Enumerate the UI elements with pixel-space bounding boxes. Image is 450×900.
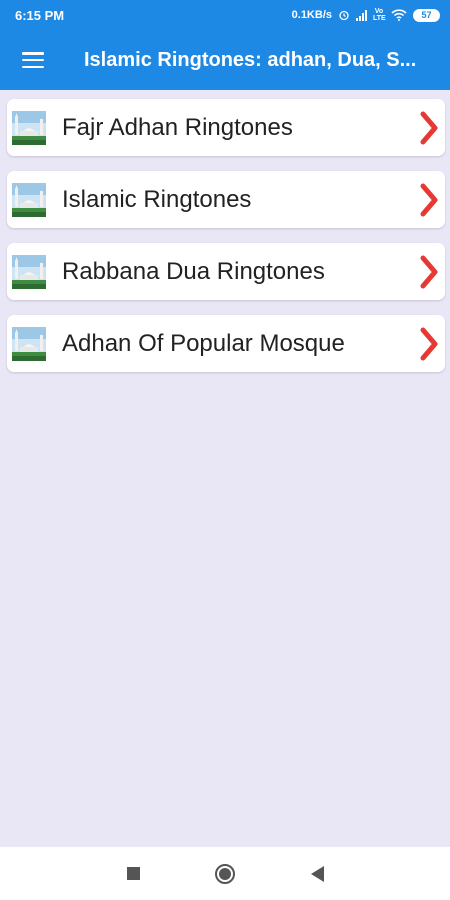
chevron-right-icon: [420, 183, 438, 216]
hamburger-menu-icon[interactable]: [0, 30, 66, 90]
alarm-icon: [339, 10, 349, 21]
page-title: Islamic Ringtones: adhan, Dua, S...: [84, 48, 417, 71]
status-time: 6:15 PM: [15, 7, 65, 23]
back-button[interactable]: [271, 847, 363, 900]
list-item-label: Fajr Adhan Ringtones: [62, 113, 293, 141]
list-item[interactable]: Adhan Of Popular Mosque: [7, 315, 445, 372]
mosque-thumbnail-icon: [12, 254, 46, 289]
home-button[interactable]: [179, 847, 271, 900]
signal-icon: [356, 9, 367, 21]
wifi-icon: [391, 9, 407, 21]
list-item-label: Rabbana Dua Ringtones: [62, 257, 325, 285]
system-nav-bar: [0, 847, 450, 900]
mosque-thumbnail-icon: [12, 110, 46, 145]
app-bar: Islamic Ringtones: adhan, Dua, S...: [0, 30, 450, 90]
network-speed: 0.1KB/s: [291, 9, 332, 21]
circle-icon: [215, 863, 235, 884]
ringtone-category-list: Fajr Adhan Ringtones Islamic Ringtones R…: [7, 99, 445, 387]
chevron-right-icon: [420, 255, 438, 288]
chevron-right-icon: [420, 327, 438, 360]
battery-icon: 57: [413, 8, 440, 22]
list-item-label: Adhan Of Popular Mosque: [62, 329, 345, 357]
back-triangle-icon: [310, 865, 324, 882]
network-type: Vo LTE: [373, 8, 386, 22]
mosque-thumbnail-icon: [12, 326, 46, 361]
list-item[interactable]: Fajr Adhan Ringtones: [7, 99, 445, 156]
list-item-label: Islamic Ringtones: [62, 185, 252, 213]
status-icons: 0.1KB/s Vo LTE 57: [292, 8, 440, 22]
recents-button[interactable]: [87, 847, 179, 900]
mosque-thumbnail-icon: [12, 182, 46, 217]
list-item[interactable]: Islamic Ringtones: [7, 171, 445, 228]
square-icon: [126, 867, 140, 880]
status-bar: 6:15 PM 0.1KB/s Vo LTE 57: [0, 0, 450, 30]
list-item[interactable]: Rabbana Dua Ringtones: [7, 243, 445, 300]
chevron-right-icon: [420, 111, 438, 144]
